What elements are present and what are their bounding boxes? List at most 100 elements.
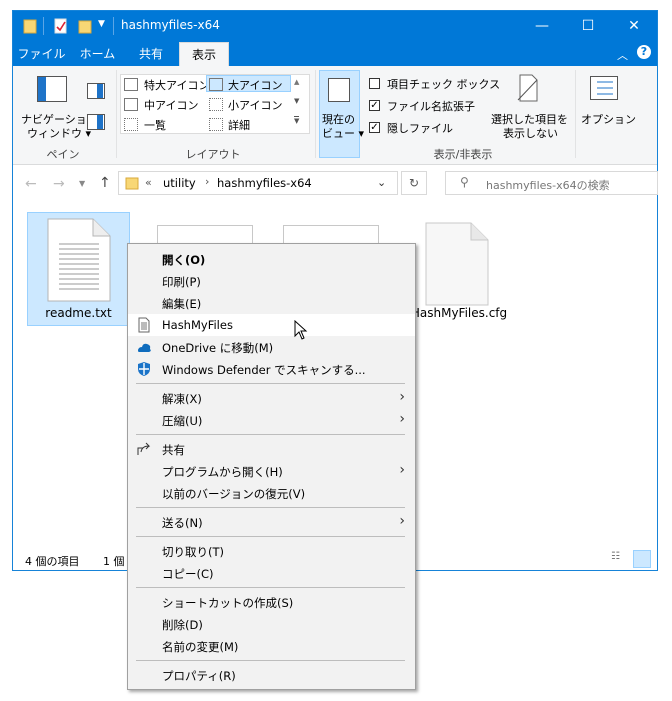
layout-large[interactable]: 大アイコン [228, 77, 282, 93]
menu-separator [136, 507, 405, 508]
menu-separator [136, 434, 405, 435]
help-icon[interactable]: ? [637, 45, 651, 59]
tab-file[interactable]: ファイル [13, 42, 70, 66]
layout-list[interactable]: 一覧 [144, 117, 166, 133]
large-icons-icon [209, 78, 223, 91]
menu-item-rename[interactable]: 名前の変更(M) [128, 635, 415, 657]
menu-item-onedrive[interactable]: OneDrive に移動(M) [128, 336, 415, 358]
selection-count: 1 個 [103, 555, 125, 568]
hidden-files-checkbox[interactable]: ✓ [369, 122, 380, 133]
menu-item-send-to[interactable]: 送る(N) › [128, 511, 415, 533]
breadcrumb-utility[interactable]: utility [163, 176, 196, 190]
file-extension-checkbox[interactable]: ✓ [369, 100, 380, 111]
search-placeholder: hashmyfiles-x64の検索 [486, 179, 610, 192]
breadcrumb-separator-icon: › [205, 175, 210, 188]
menu-separator [136, 587, 405, 588]
gallery-scroll-down-icon[interactable]: ▼ [294, 97, 299, 105]
document-icon [136, 317, 152, 333]
small-icons-icon [209, 98, 223, 111]
new-folder-icon[interactable] [77, 18, 93, 34]
file-name-readme: readme.txt [45, 306, 112, 320]
menu-item-open-with[interactable]: プログラムから開く(H) › [128, 460, 415, 482]
defender-shield-icon [136, 361, 152, 377]
collapse-ribbon-icon[interactable]: ︿ [617, 47, 628, 63]
item-count: 4 個の項目 [25, 555, 80, 568]
submenu-arrow-icon: › [399, 513, 405, 529]
breadcrumb-current[interactable]: hashmyfiles-x64 [217, 176, 312, 190]
breadcrumb-overflow[interactable]: « [145, 176, 152, 189]
back-arrow-icon[interactable]: ← [25, 176, 37, 192]
large-icons-view-icon[interactable] [633, 550, 651, 568]
menu-separator [136, 383, 405, 384]
item-checkbox-toggle[interactable] [369, 78, 380, 89]
menu-item-open[interactable]: 開く(O) [128, 248, 415, 270]
forward-arrow-icon[interactable]: → [53, 176, 65, 192]
qat-customize-icon[interactable]: ▼ [98, 19, 108, 33]
qat-divider [43, 17, 44, 35]
options-button[interactable]: オプション [581, 111, 636, 127]
preview-pane-icon[interactable] [87, 83, 105, 99]
menu-item-print[interactable]: 印刷(P) [128, 270, 415, 292]
layout-extra-large[interactable]: 特大アイコン [144, 77, 209, 93]
refresh-icon[interactable]: ↻ [401, 171, 427, 195]
medium-icons-icon [124, 98, 138, 111]
ribbon-tab-bar: ファイル ホーム 共有 表示 ︿ ? [13, 42, 657, 66]
address-bar[interactable]: « utility › hashmyfiles-x64 ⌄ [118, 171, 398, 195]
navigation-pane-icon [37, 76, 67, 102]
hide-selected-label-2[interactable]: 表示しない [503, 125, 558, 141]
ribbon: ナビゲーション ウィンドウ ▾ ペイン 特大アイコン 大アイコン 中アイコン 小… [13, 66, 657, 165]
mouse-cursor-icon [294, 319, 308, 340]
menu-item-properties[interactable]: プロパティ(R) [128, 664, 415, 686]
gallery-expand-icon[interactable]: ▼ [294, 116, 300, 125]
cfg-file-icon [425, 222, 489, 306]
navigation-pane-label-2[interactable]: ウィンドウ ▾ [27, 125, 91, 141]
menu-item-extract[interactable]: 解凍(X) › [128, 387, 415, 409]
menu-separator [136, 536, 405, 537]
address-dropdown-icon[interactable]: ⌄ [377, 176, 386, 189]
tab-share[interactable]: 共有 [125, 42, 177, 66]
search-box[interactable]: ⚲ hashmyfiles-x64の検索 [445, 171, 658, 195]
minimize-button[interactable]: — [519, 11, 565, 42]
menu-item-edit[interactable]: 編集(E) [128, 292, 415, 314]
menu-item-compress[interactable]: 圧縮(U) › [128, 409, 415, 431]
qat-divider [113, 17, 114, 35]
menu-item-defender[interactable]: Windows Defender でスキャンする... [128, 358, 415, 380]
layout-medium[interactable]: 中アイコン [144, 97, 198, 113]
maximize-button[interactable]: ☐ [565, 11, 611, 42]
layout-details[interactable]: 詳細 [228, 117, 250, 133]
file-name-cfg: HashMyFiles.cfg [410, 306, 508, 320]
current-view-label-2: ビュー ▾ [322, 127, 365, 140]
window-title: hashmyfiles-x64 [121, 18, 220, 32]
text-document-icon [47, 218, 111, 302]
hide-selected-icon [517, 74, 539, 102]
folder-icon [23, 18, 37, 34]
group-layout-label: レイアウト [185, 148, 241, 161]
file-extension-label[interactable]: ファイル名拡張子 [387, 98, 475, 114]
item-checkbox-label[interactable]: 項目チェック ボックス [387, 76, 500, 92]
layout-small[interactable]: 小アイコン [228, 97, 282, 113]
menu-item-delete[interactable]: 削除(D) [128, 613, 415, 635]
menu-item-restore-versions[interactable]: 以前のバージョンの復元(V) [128, 482, 415, 504]
tab-home[interactable]: ホーム [70, 42, 125, 66]
ribbon-separator [315, 70, 316, 158]
hidden-files-label[interactable]: 隠しファイル [387, 120, 453, 136]
menu-item-create-shortcut[interactable]: ショートカットの作成(S) [128, 591, 415, 613]
close-button[interactable]: ✕ [611, 11, 657, 42]
menu-item-copy[interactable]: コピー(C) [128, 562, 415, 584]
menu-item-cut[interactable]: 切り取り(T) [128, 540, 415, 562]
ribbon-separator [575, 70, 576, 158]
gallery-scroll-up-icon[interactable]: ▲ [294, 78, 299, 86]
details-pane-icon[interactable] [87, 114, 105, 130]
menu-item-hashmyfiles[interactable]: HashMyFiles [128, 314, 415, 336]
menu-item-share[interactable]: 共有 [128, 438, 415, 460]
recent-locations-icon[interactable]: ▼ [79, 179, 85, 188]
options-icon [590, 76, 618, 100]
search-icon: ⚲ [460, 175, 469, 189]
menu-separator [136, 660, 405, 661]
submenu-arrow-icon: › [399, 462, 405, 478]
properties-icon[interactable] [53, 18, 69, 34]
tab-view[interactable]: 表示 [179, 42, 229, 66]
details-view-icon[interactable]: ☷ [611, 551, 627, 567]
details-icon [209, 118, 223, 131]
up-arrow-icon[interactable]: ↑ [99, 175, 111, 191]
